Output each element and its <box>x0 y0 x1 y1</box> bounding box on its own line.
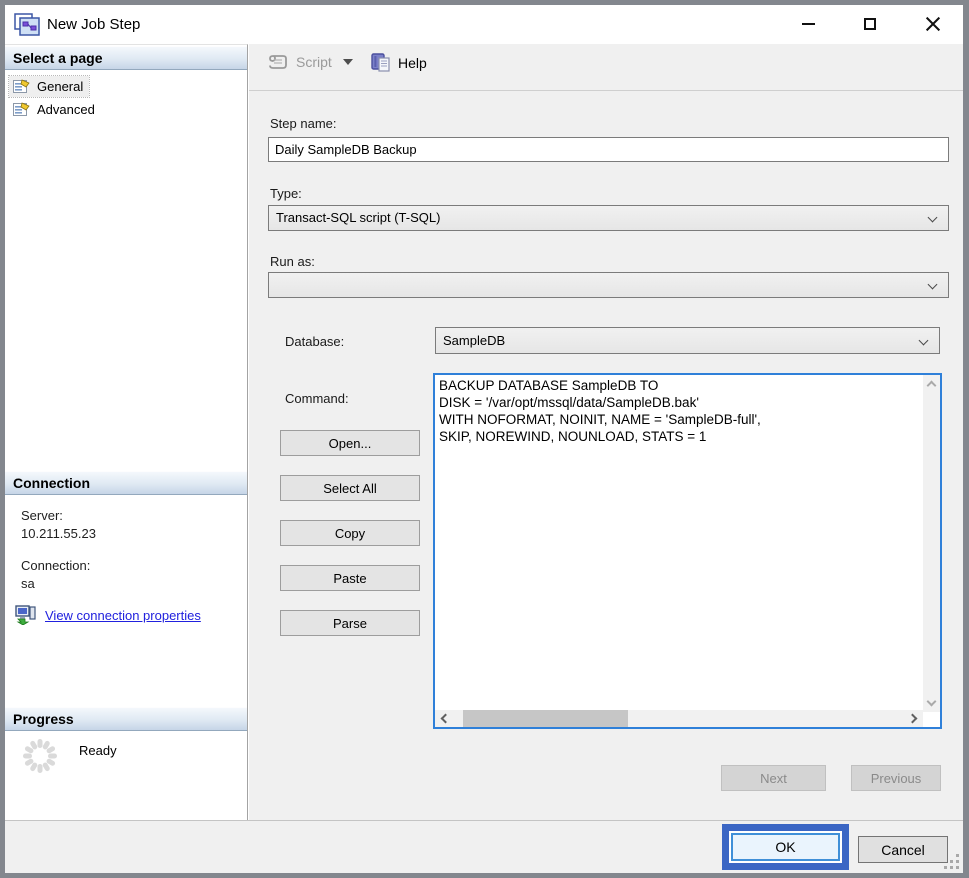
database-select[interactable]: SampleDB <box>435 327 940 354</box>
ok-button-highlight: OK <box>722 824 849 870</box>
step-name-label: Step name: <box>270 116 337 131</box>
connection-section-header: Connection <box>5 471 247 495</box>
chevron-down-icon <box>919 336 929 346</box>
spinner-icon <box>21 737 59 775</box>
app-icon <box>14 13 40 36</box>
script-label: Script <box>296 54 332 70</box>
server-value: 10.211.55.23 <box>21 526 96 541</box>
chevron-right-icon <box>908 714 918 724</box>
database-select-value: SampleDB <box>443 333 505 348</box>
screenshot-frame: New Job Step Select a page General <box>0 0 969 878</box>
run-as-select[interactable] <box>268 272 949 298</box>
connection-value: sa <box>21 576 35 591</box>
command-editor: BACKUP DATABASE SampleDB TO DISK = '/var… <box>433 373 942 729</box>
new-job-step-dialog: New Job Step Select a page General <box>5 5 963 873</box>
chevron-down-icon <box>928 213 938 223</box>
chevron-down-icon <box>343 59 353 65</box>
close-icon <box>925 16 941 32</box>
server-label: Server: <box>21 508 63 523</box>
sidebar-item-general[interactable]: General <box>9 76 89 97</box>
select-a-page-header: Select a page <box>5 46 247 70</box>
footer: OK Cancel <box>5 820 963 873</box>
help-button[interactable]: Help <box>371 53 427 72</box>
connection-properties-icon <box>15 605 37 625</box>
help-label: Help <box>398 55 427 71</box>
parse-button[interactable]: Parse <box>280 610 420 636</box>
dialog-body: Select a page General <box>5 44 963 820</box>
sidebar-item-advanced[interactable]: Advanced <box>9 99 101 120</box>
command-textarea[interactable]: BACKUP DATABASE SampleDB TO DISK = '/var… <box>435 375 925 712</box>
minimize-icon <box>802 23 815 25</box>
page-icon <box>13 79 30 94</box>
type-label: Type: <box>270 186 302 201</box>
chevron-down-icon <box>927 697 937 707</box>
chevron-up-icon <box>927 381 937 391</box>
minimize-button[interactable] <box>791 9 825 39</box>
chevron-down-icon <box>928 280 938 290</box>
command-label: Command: <box>285 391 349 406</box>
paste-button[interactable]: Paste <box>280 565 420 591</box>
page-icon <box>13 102 30 117</box>
sidebar: Select a page General <box>5 44 248 820</box>
type-select-value: Transact-SQL script (T-SQL) <box>276 210 440 225</box>
run-as-label: Run as: <box>270 254 315 269</box>
close-button[interactable] <box>916 9 950 39</box>
previous-button[interactable]: Previous <box>851 765 941 791</box>
scrollbar-thumb[interactable] <box>463 710 628 727</box>
next-button[interactable]: Next <box>721 765 826 791</box>
titlebar: New Job Step <box>5 5 963 44</box>
connection-label: Connection: <box>21 558 90 573</box>
maximize-button[interactable] <box>853 9 887 39</box>
copy-button[interactable]: Copy <box>280 520 420 546</box>
help-icon <box>371 53 391 72</box>
view-connection-properties-link[interactable]: View connection properties <box>45 608 201 623</box>
database-label: Database: <box>285 334 344 349</box>
maximize-icon <box>864 18 876 30</box>
vertical-scrollbar[interactable] <box>923 375 940 712</box>
chevron-left-icon <box>441 714 451 724</box>
script-button[interactable]: Script <box>267 53 353 71</box>
type-select[interactable]: Transact-SQL script (T-SQL) <box>268 205 949 231</box>
resize-grip[interactable] <box>944 854 960 870</box>
progress-section-header: Progress <box>5 707 247 731</box>
cancel-button[interactable]: Cancel <box>858 836 948 863</box>
ok-button[interactable]: OK <box>731 833 840 861</box>
toolbar: Script Help <box>249 44 963 91</box>
open-button[interactable]: Open... <box>280 430 420 456</box>
script-icon <box>267 53 289 71</box>
main-panel: Script Help Step name: <box>249 44 963 820</box>
sidebar-item-label: Advanced <box>37 102 95 117</box>
step-name-input[interactable] <box>268 137 949 162</box>
progress-status: Ready <box>79 743 117 758</box>
window-title: New Job Step <box>47 5 140 44</box>
sidebar-item-label: General <box>37 79 83 94</box>
select-all-button[interactable]: Select All <box>280 475 420 501</box>
horizontal-scrollbar[interactable] <box>435 710 923 727</box>
